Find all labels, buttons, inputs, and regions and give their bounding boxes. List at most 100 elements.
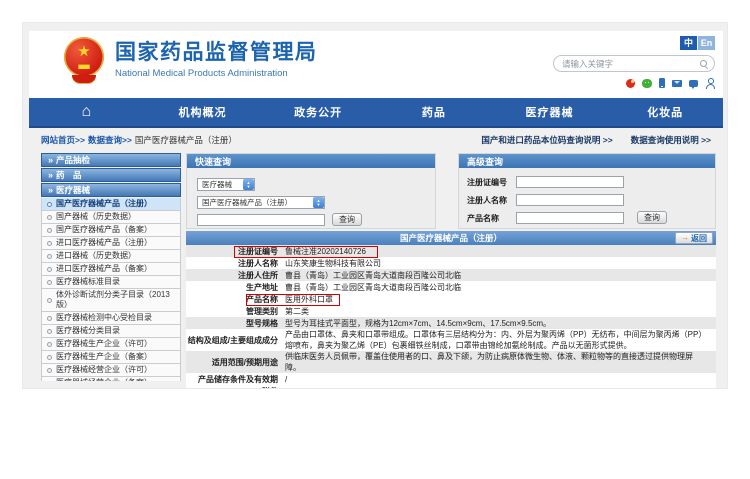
detail-row-label: 注册人名称 [186,258,282,269]
sidebar-item-imported-history[interactable]: 进口器械（历史数据） [41,250,181,263]
back-arrow-icon: → [681,234,689,242]
registrant-field-input[interactable] [516,194,624,206]
advanced-query-body: 注册证编号 注册人名称 产品名称 查询 [459,168,715,228]
detail-row-attachment: 附件 [186,385,716,389]
social-icons-row [626,78,715,88]
detail-row-label: 附件 [186,386,282,390]
dropdown-icon[interactable]: ▲▼ [243,179,254,190]
home-icon: ⌂ [82,104,93,120]
bullet-icon [47,280,52,285]
sidebar-item-manufacturer-filed[interactable]: 医疗器械生产企业（备案） [41,351,181,364]
product-field-label: 产品名称 [467,213,513,224]
weibo-icon[interactable] [626,79,635,88]
emblem-ribbon [72,75,96,83]
section-arrow-icon: » [48,156,53,165]
detail-row-intended-use: 适用范围/预期用途 供临床医务人员佩带，覆盖住使用者的口、鼻及下颌，为防止病原体… [186,351,716,373]
sidebar-item-imported-filed[interactable]: 进口医疗器械产品（备案） [41,263,181,276]
section-arrow-icon: » [48,171,53,180]
wechat-icon[interactable] [642,79,652,88]
product-field-input[interactable] [516,212,624,224]
advanced-query-title: 高级查询 [459,154,715,168]
sidebar-item-classification-catalog[interactable]: 医疗器械分类目录 [41,325,181,338]
detail-row-label: 产品储存条件及有效期 [186,374,282,385]
quick-query-input[interactable] [197,214,325,226]
sidebar-item-label: 国产器械（历史数据） [56,212,136,222]
sidebar-section-medical-devices[interactable]: »医疗器械 [41,183,181,197]
detail-row-model-spec: 型号规格 型号为耳挂式平面型，规格为12cm×7cm、14.5cm×9cm、17… [186,317,716,329]
category-select[interactable]: 医疗器械 ▲▼ [197,178,255,191]
sidebar-item-label: 医疗器械检测中心受检目录 [56,313,152,323]
detail-row-value: 产品由口罩体、鼻夹和口罩带组成。口罩体有三层结构分为：内、外层为聚丙烯（PP）无… [282,329,708,351]
sidebar-item-distributor-licensed[interactable]: 医疗器械经营企业（许可） [41,364,181,377]
sidebar-item-label: 医疗器械经营企业（许可） [56,365,152,375]
back-button-label: 返回 [691,233,707,244]
nav-item-medical-devices[interactable]: 医疗器械 [492,98,608,126]
detail-row-value: 型号为耳挂式平面型，规格为12cm×7cm、14.5cm×9cm、17.5cm×… [282,318,708,329]
user-icon[interactable] [705,78,715,88]
search-icon[interactable] [700,60,708,68]
sidebar-item-standards-catalog[interactable]: 医疗器械标准目录 [41,276,181,289]
detail-row-value: 曹县（青岛）工业园区青岛大道南段百隆公司北临 [282,282,708,293]
sidebar-section-drugs[interactable]: »药 品 [41,168,181,182]
lang-zh-button[interactable]: 中 [680,36,697,50]
detail-row-value: 医用外科口罩 [282,294,708,305]
sidebar-section-label: 药 品 [56,169,82,181]
bullet-icon [47,202,52,207]
detail-row-label: 结构及组成/主要组成成分 [186,335,282,346]
breadcrumb-data-query[interactable]: 数据查询>> [88,134,132,146]
nav-item-gov-affairs[interactable]: 政务公开 [260,98,376,126]
sidebar-item-label: 体外诊断试剂分类子目录（2013版） [56,290,178,310]
quick-query-body: 医疗器械 ▲▼ 国产医疗器械产品（注册） ▲▼ 查询 [187,168,435,228]
sidebar-item-distributor-filed[interactable]: 医疗器械经营企业（备案） [41,377,181,381]
nav-item-organization[interactable]: 机构概况 [145,98,261,126]
detail-title: 国产医疗器械产品（注册） [400,232,502,244]
sidebar-section-product-sampling[interactable]: »产品抽检 [41,153,181,167]
site-search[interactable] [553,55,715,72]
quick-query-button[interactable]: 查询 [332,213,362,226]
sidebar-item-label: 进口医疗器械产品（注册） [56,238,152,248]
sidebar-item-imported-registered[interactable]: 进口医疗器械产品（注册） [41,237,181,250]
mail-icon[interactable] [672,80,682,87]
detail-table: 国产医疗器械产品（注册） → 返回 注册证编号 鲁械注准20202140726 … [186,231,716,389]
nav-item-cosmetics[interactable]: 化妆品 [607,98,723,126]
sidebar-item-domestic-registered[interactable]: 国产医疗器械产品（注册） [41,198,181,211]
type-select[interactable]: 国产医疗器械产品（注册） ▲▼ [197,196,325,209]
mobile-icon[interactable] [659,78,665,88]
help-links: 国产和进口药品本位码查询说明 >> 数据查询使用说明 >> [481,134,711,146]
nav-home[interactable]: ⌂ [29,98,145,126]
advanced-query-button[interactable]: 查询 [637,211,667,224]
sidebar-item-domestic-history[interactable]: 国产器械（历史数据） [41,211,181,224]
bullet-icon [47,381,52,382]
detail-row-label: 注册人住所 [186,270,282,281]
search-input[interactable] [560,58,700,70]
detail-row-label: 生产地址 [186,282,282,293]
emblem-gate-icon: ▄▄ [74,60,94,69]
data-query-help-link[interactable]: 数据查询使用说明 >> [631,134,711,146]
sidebar-item-testing-center-catalog[interactable]: 医疗器械检测中心受检目录 [41,312,181,325]
breadcrumb-current: 国产医疗器械产品（注册） [135,134,237,146]
regno-field-input[interactable] [516,176,624,188]
nav-item-drugs[interactable]: 药品 [376,98,492,126]
sidebar-item-label: 医疗器械生产企业（备案） [56,352,152,362]
main-content: 快速查询 医疗器械 ▲▼ 国产医疗器械产品（注册） ▲▼ 查询 高级查询 注册证… [186,153,716,389]
dropdown-icon[interactable]: ▲▼ [313,197,324,208]
sidebar-item-ivd-subcatalog[interactable]: 体外诊断试剂分类子目录（2013版） [41,289,181,312]
sidebar-item-label: 国产医疗器械产品（注册） [56,199,152,209]
national-emblem-logo: ★ ▄▄ [63,37,105,87]
section-arrow-icon: » [48,186,53,195]
detail-row-value: 鲁械注准20202140726 [282,246,708,257]
site-header: ★ ▄▄ 国家药品监督管理局 National Medical Products… [29,31,723,98]
bullet-icon [47,254,52,259]
advanced-query-panel: 高级查询 注册证编号 注册人名称 产品名称 查询 [458,153,716,229]
sidebar-item-label: 进口医疗器械产品（备案） [56,264,152,274]
sidebar-item-manufacturer-licensed[interactable]: 医疗器械生产企业（许可） [41,338,181,351]
barcode-query-help-link[interactable]: 国产和进口药品本位码查询说明 >> [481,134,612,146]
back-button[interactable]: → 返回 [675,232,713,244]
sidebar-item-domestic-filed[interactable]: 国产医疗器械产品（备案） [41,224,181,237]
sidebar-item-label: 国产医疗器械产品（备案） [56,225,152,235]
site-title: 国家药品监督管理局 [115,40,318,66]
message-icon[interactable] [689,80,698,87]
lang-en-button[interactable]: En [698,36,715,50]
site-subtitle: National Medical Products Administration [115,68,318,79]
breadcrumb-home[interactable]: 网站首页>> [41,134,85,146]
